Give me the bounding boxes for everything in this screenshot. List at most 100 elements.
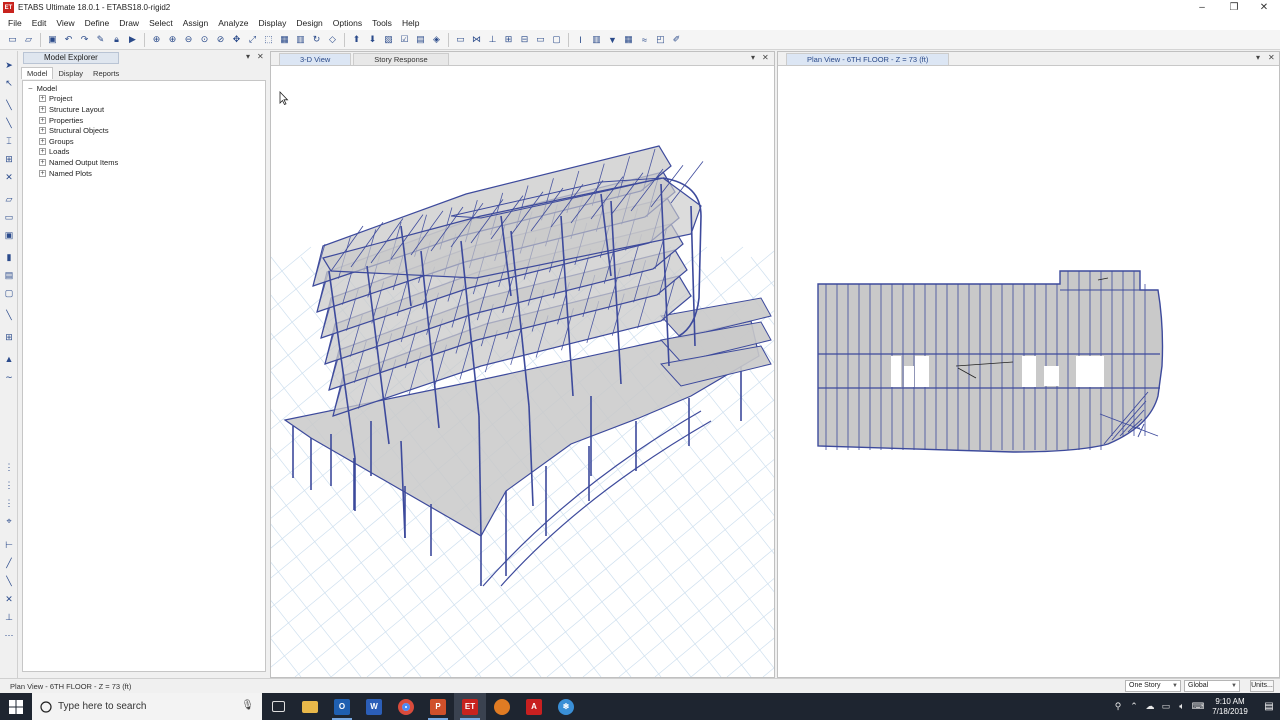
snap-perpendicular-icon[interactable]: ✕ <box>3 593 15 605</box>
clear-selection-icon[interactable]: ⋮ <box>3 497 15 509</box>
check-icon[interactable]: ☑ <box>398 33 411 46</box>
object-shrink-icon[interactable]: ▧ <box>382 33 395 46</box>
expand-icon[interactable]: + <box>39 127 46 135</box>
view-plan-icon[interactable]: ▦ <box>278 33 291 46</box>
menu-display[interactable]: Display <box>253 18 291 28</box>
pointer-icon[interactable]: ➤ <box>3 59 15 71</box>
tree-item-groups[interactable]: + Groups <box>23 136 265 147</box>
pane-menu-chevron-icon[interactable]: ▾ <box>751 53 755 62</box>
expand-icon[interactable]: + <box>39 137 46 145</box>
expand-icon[interactable]: + <box>39 148 46 156</box>
snap-intersection-icon[interactable]: ╲ <box>3 575 15 587</box>
snap-fine-grid-icon[interactable]: ⋯ <box>3 629 15 641</box>
pane-menu-chevron-icon[interactable]: ▾ <box>246 52 250 61</box>
menu-draw[interactable]: Draw <box>114 18 144 28</box>
draw-beam-icon[interactable]: ⊥ <box>486 33 499 46</box>
expand-icon[interactable]: + <box>39 105 46 113</box>
snap-icon[interactable]: ⌖ <box>3 515 15 527</box>
draw-brace-icon[interactable]: ⋈ <box>470 33 483 46</box>
coord-system-select[interactable]: Global ▼ <box>1184 680 1240 692</box>
draw-wall-tool-icon[interactable]: ▮ <box>3 251 15 263</box>
chrome-button[interactable] <box>390 693 422 720</box>
tab-3d-view[interactable]: 3-D View <box>279 53 352 65</box>
close-button[interactable]: ✕ <box>1248 0 1280 15</box>
tree-item-properties[interactable]: + Properties <box>23 115 265 126</box>
units-button[interactable]: Units... <box>1250 680 1274 692</box>
tree-item-structural-objects[interactable]: + Structural Objects <box>23 125 265 136</box>
task-view-button[interactable] <box>262 693 294 720</box>
design-icon[interactable]: ✐ <box>670 33 683 46</box>
draw-wave-icon[interactable]: ∼ <box>3 371 15 383</box>
dimension-icon[interactable]: I <box>574 33 587 46</box>
snap-line-icon[interactable]: ⊥ <box>3 611 15 623</box>
tab-model[interactable]: Model <box>21 67 54 79</box>
snap-middle-icon[interactable]: ╱ <box>3 557 15 569</box>
expand-icon[interactable]: + <box>39 116 46 124</box>
draw-wall-stack-icon[interactable]: ▤ <box>3 269 15 281</box>
draw-line-icon[interactable]: ╲ <box>3 117 15 129</box>
draw-grid-icon[interactable]: ⊞ <box>3 331 15 343</box>
chevron-up-icon[interactable]: ⌃ <box>1126 701 1142 712</box>
expand-icon[interactable]: + <box>39 169 46 177</box>
plan-view-canvas[interactable] <box>778 66 1279 677</box>
draw-opening-tool-icon[interactable]: ▢ <box>3 287 15 299</box>
draw-brace-tool-icon[interactable]: ✕ <box>3 171 15 183</box>
expand-icon[interactable]: + <box>39 158 46 166</box>
volume-icon[interactable]: 🔈︎ <box>1174 701 1190 712</box>
pane-close-icon[interactable]: ✕ <box>257 52 264 61</box>
tree-item-loads[interactable]: + Loads <box>23 147 265 158</box>
expand-icon[interactable]: + <box>39 95 46 103</box>
pane-close-icon[interactable]: ✕ <box>1268 53 1275 62</box>
draw-link-icon[interactable]: ╲ <box>3 309 15 321</box>
outlook-button[interactable]: O <box>326 693 358 720</box>
move-down-icon[interactable]: ⬇ <box>366 33 379 46</box>
acrobat-button[interactable]: A <box>518 693 550 720</box>
minimize-button[interactable]: – <box>1186 0 1218 15</box>
tree-item-project[interactable]: + Project <box>23 94 265 105</box>
menu-file[interactable]: File <box>3 18 27 28</box>
save-icon[interactable]: ▣ <box>46 33 59 46</box>
tree-item-structure-layout[interactable]: + Structure Layout <box>23 104 265 115</box>
word-button[interactable]: W <box>358 693 390 720</box>
undo-icon[interactable]: ↶ <box>62 33 75 46</box>
tab-reports[interactable]: Reports <box>88 68 124 79</box>
tab-story-response[interactable]: Story Response <box>353 53 449 65</box>
menu-options[interactable]: Options <box>328 18 367 28</box>
filter-icon[interactable]: ▼ <box>606 33 619 46</box>
tab-display[interactable]: Display <box>53 68 88 79</box>
menu-analyze[interactable]: Analyze <box>213 18 253 28</box>
redo-icon[interactable]: ↷ <box>78 33 91 46</box>
forces-icon[interactable]: ◰ <box>654 33 667 46</box>
menu-select[interactable]: Select <box>144 18 178 28</box>
safe-button[interactable] <box>486 693 518 720</box>
zoom-previous-icon[interactable]: ⊘ <box>214 33 227 46</box>
restore-button[interactable]: ❐ <box>1218 0 1250 15</box>
draw-tendon-icon[interactable]: ▲ <box>3 353 15 365</box>
sap-app-button[interactable]: ❄ <box>550 693 582 720</box>
model-3d-canvas[interactable] <box>271 66 774 677</box>
file-explorer-button[interactable] <box>294 693 326 720</box>
view-elevation-icon[interactable]: ▥ <box>294 33 307 46</box>
deformed-shape-icon[interactable]: ≈ <box>638 33 651 46</box>
menu-view[interactable]: View <box>51 18 79 28</box>
open-icon[interactable]: ▱ <box>22 33 35 46</box>
draw-rect-floor-icon[interactable]: ▭ <box>3 211 15 223</box>
collapse-icon[interactable]: − <box>28 84 33 93</box>
grid-icon[interactable]: ▤ <box>414 33 427 46</box>
menu-define[interactable]: Define <box>80 18 115 28</box>
zoom-out-icon[interactable]: ⊖ <box>182 33 195 46</box>
select-all-icon[interactable]: ⋮ <box>3 461 15 473</box>
pen-icon[interactable]: ✎ <box>94 33 107 46</box>
draw-wall-icon[interactable]: ⊟ <box>518 33 531 46</box>
menu-design[interactable]: Design <box>291 18 327 28</box>
draw-column-icon[interactable]: ⊞ <box>502 33 515 46</box>
rotate-3d-icon[interactable]: ↻ <box>310 33 323 46</box>
zoom-in-icon[interactable]: ⊕ <box>166 33 179 46</box>
network-icon[interactable]: ▭ <box>1158 701 1174 712</box>
view-3d-icon[interactable]: ⬚ <box>262 33 275 46</box>
menu-tools[interactable]: Tools <box>367 18 397 28</box>
pane-menu-chevron-icon[interactable]: ▾ <box>1256 53 1260 62</box>
run-analysis-icon[interactable]: ▶ <box>126 33 139 46</box>
pane-close-icon[interactable]: ✕ <box>762 53 769 62</box>
taskbar-clock[interactable]: 9:10 AM 7/18/2019 <box>1206 697 1254 717</box>
